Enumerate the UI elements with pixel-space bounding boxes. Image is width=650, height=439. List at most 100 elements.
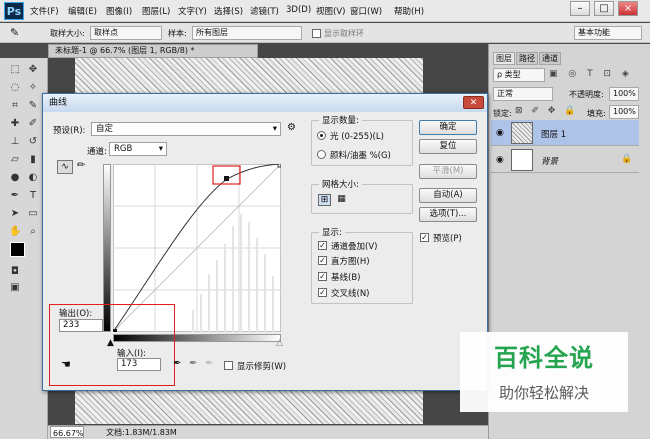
histogram-checkbox[interactable]: ✓ [318,256,327,265]
menu-window[interactable]: 窗口(W) [350,5,382,17]
options-button[interactable]: 选项(T)... [419,207,477,222]
pencil-icon[interactable]: ✏ [77,160,85,171]
close-icon[interactable]: × [618,1,638,16]
tab-channels[interactable]: 通道 [539,52,561,65]
show-clipping-checkbox[interactable] [224,361,233,370]
type-tool-icon[interactable]: T [27,190,39,202]
zoom-level[interactable]: 66.67% [50,426,84,438]
eyedropper-tool-icon[interactable]: ✎ [27,100,39,112]
clone-stamp-icon[interactable]: ⊥ [9,136,21,148]
tab-paths[interactable]: 路径 [516,52,538,65]
watermark-title: 百科全说 [494,344,594,372]
eye-icon[interactable]: ◉ [496,155,504,165]
layer-name[interactable]: 图层 1 [541,128,566,140]
baseline-checkbox[interactable]: ✓ [318,272,327,281]
layer-row[interactable]: ◉ 背景 🔒 [491,147,639,173]
minimize-icon[interactable]: – [570,1,590,16]
channel-select[interactable]: RGB ▾ [109,142,167,156]
dialog-close-icon[interactable]: ✕ [463,96,484,109]
lasso-tool-icon[interactable]: ◌ [9,82,21,94]
preset-gear-icon[interactable]: ⚙ [287,122,296,133]
black-eyedropper-icon[interactable]: ✒ [173,358,181,369]
history-brush-icon[interactable]: ↺ [27,136,39,148]
curves-dialog: 曲线 ✕ 预设(R): 自定 ▾ ⚙ 通道: RGB ▾ ∿ ✏ ▲ △ 输出(… [42,93,488,391]
opacity-input[interactable]: 100% [609,87,639,101]
chevron-down-icon: ▾ [158,144,163,154]
sample-select[interactable]: 所有图层 [192,26,302,40]
gradient-tool-icon[interactable]: ▮ [27,154,39,166]
foreground-color-swatch[interactable] [10,242,25,257]
quick-mask-icon[interactable]: ◘ [9,266,21,278]
lock-icons[interactable]: ⊠ ✐ ✥ 🔒 [515,106,578,116]
preset-select[interactable]: 自定 ▾ [91,122,281,136]
output-input[interactable]: 233 [59,319,103,332]
dialog-title: 曲线 [43,94,487,112]
intersection-line-checkbox[interactable]: ✓ [318,288,327,297]
menu-type[interactable]: 文字(Y) [178,5,207,17]
menu-layer[interactable]: 图层(L) [142,5,170,17]
simple-grid-icon[interactable]: ⊞ [318,194,331,206]
hand-tool-icon[interactable]: ✋ [9,226,21,238]
input-input[interactable]: 173 [117,358,161,371]
layer-row[interactable]: ◉ 图层 1 [491,120,639,146]
white-point-slider-icon[interactable]: △ [276,338,283,348]
pigment-radio[interactable] [317,150,326,159]
menu-image[interactable]: 图像(I) [106,5,132,17]
smooth-button[interactable]: 平滑(M) [419,164,477,179]
zoom-tool-icon[interactable]: ⌕ [27,226,39,238]
curve-edit-icon[interactable]: ∿ [57,160,73,174]
maximize-icon[interactable]: □ [594,1,614,16]
layer-kind-filter[interactable]: ρ 类型 [493,68,545,82]
pen-tool-icon[interactable]: ✒ [9,190,21,202]
ok-button[interactable]: 确定 [419,120,477,135]
eraser-tool-icon[interactable]: ▱ [9,154,21,166]
document-tab[interactable]: 未标题-1 @ 66.7% (图层 1, RGB/8) * [48,44,258,58]
auto-button[interactable]: 自动(A) [419,188,477,203]
menu-file[interactable]: 文件(F) [30,5,59,17]
crop-tool-icon[interactable]: ⌗ [9,100,21,112]
photoshop-logo: Ps [4,2,24,20]
show-ring-checkbox[interactable] [312,29,321,38]
white-eyedropper-icon[interactable]: ✒ [205,358,213,369]
eyedropper-icon[interactable]: ✎ [10,26,19,39]
filter-icons[interactable]: ▣ ◎ T ⊡ ◈ [549,69,633,79]
tab-layers[interactable]: 图层 [493,52,515,65]
menu-view[interactable]: 视图(V) [316,5,345,17]
eye-icon[interactable]: ◉ [496,128,504,138]
lock-icon: 🔒 [621,154,633,164]
menu-edit[interactable]: 编辑(E) [68,5,97,17]
workspace-select[interactable]: 基本功能 [574,26,642,40]
layer-thumbnail [511,122,533,144]
magic-wand-icon[interactable]: ✧ [27,82,39,94]
shape-tool-icon[interactable]: ▭ [27,208,39,220]
detailed-grid-icon[interactable]: ▦ [335,194,348,206]
blur-tool-icon[interactable]: ● [9,172,21,184]
target-adjust-hand-icon[interactable]: ☚ [61,358,71,371]
marquee-tool-icon[interactable]: ⬚ [9,64,21,76]
preview-checkbox[interactable]: ✓ [420,233,429,242]
blend-mode-select[interactable]: 正常 [493,87,553,101]
grid-size-title: 网格大小: [319,178,362,190]
fill-input[interactable]: 100% [609,105,639,119]
menu-help[interactable]: 帮助(H) [394,5,424,17]
menu-select[interactable]: 选择(S) [214,5,243,17]
layer-name[interactable]: 背景 [541,155,558,167]
reset-button[interactable]: 复位 [419,139,477,154]
preset-label: 预设(R): [53,126,86,136]
menu-filter[interactable]: 滤镜(T) [250,5,279,17]
gray-eyedropper-icon[interactable]: ✒ [189,358,197,369]
path-select-icon[interactable]: ➤ [9,208,21,220]
watermark-subtitle: 助你轻松解决 [498,384,589,402]
move-tool-icon[interactable]: ✥ [27,64,39,76]
channel-overlay-checkbox[interactable]: ✓ [318,241,327,250]
channel-value: RGB [114,144,133,154]
screen-mode-icon[interactable]: ▣ [9,282,21,294]
sample-size-select[interactable]: 取样点 [90,26,162,40]
sample-size-label: 取样大小: [50,29,85,38]
menu-3d[interactable]: 3D(D) [286,5,311,15]
dodge-tool-icon[interactable]: ◐ [27,172,39,184]
healing-brush-icon[interactable]: ✚ [9,118,21,130]
brush-tool-icon[interactable]: ✐ [27,118,39,130]
light-radio[interactable] [317,131,326,140]
menu-bar: Ps 文件(F) 编辑(E) 图像(I) 图层(L) 文字(Y) 选择(S) 滤… [0,0,650,22]
